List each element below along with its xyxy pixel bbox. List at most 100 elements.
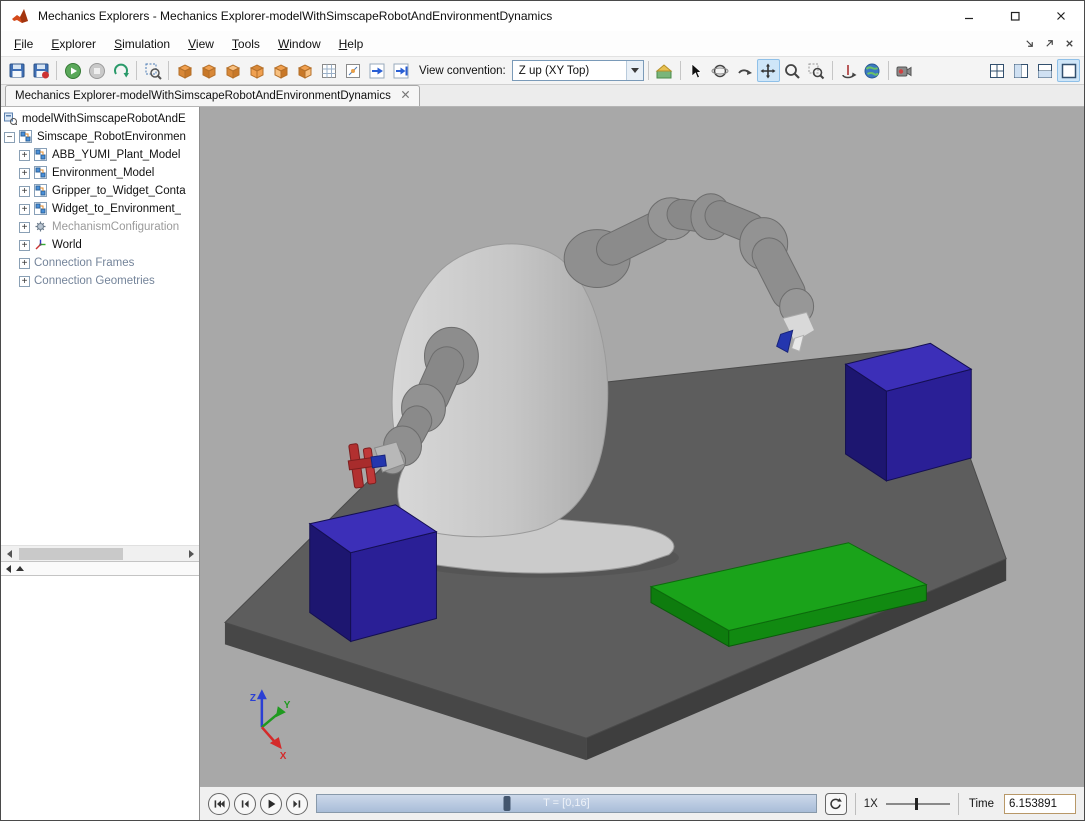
record-video-button[interactable] (893, 59, 916, 82)
tree-item-mechanism-configuration[interactable]: + MechanismConfiguration (1, 218, 199, 236)
minimize-button[interactable] (946, 1, 992, 31)
expand-expander-icon[interactable]: + (19, 276, 30, 287)
layout-grid-button[interactable] (985, 59, 1008, 82)
timeline[interactable]: T = [0,16] (316, 794, 817, 813)
menu-tools[interactable]: Tools (223, 33, 269, 55)
layout-split-vertical-button[interactable] (1009, 59, 1032, 82)
time-input[interactable] (1004, 794, 1076, 814)
expand-expander-icon[interactable]: + (19, 186, 30, 197)
x-axis-label: X (280, 751, 287, 762)
fit-to-view-button[interactable] (141, 59, 164, 82)
tab-label: Mechanics Explorer-modelWithSimscapeRobo… (15, 90, 391, 102)
com-arrow-button[interactable] (365, 59, 388, 82)
fit-to-view-icon (144, 62, 162, 80)
tree-item-connection-frames[interactable]: + Connection Frames (1, 254, 199, 272)
close-button[interactable] (1038, 1, 1084, 31)
pan-tool-button[interactable] (757, 59, 780, 82)
zoom-region-tool-button[interactable] (805, 59, 828, 82)
loop-button[interactable] (825, 793, 847, 815)
undock-icon[interactable] (1040, 35, 1058, 53)
y-axis-label: Y (284, 700, 291, 711)
pane-splitter[interactable] (1, 561, 199, 576)
step-back-button[interactable] (234, 793, 256, 815)
tree-item-label: MechanismConfiguration (52, 221, 179, 233)
roll-tool-button[interactable] (733, 59, 756, 82)
save-button[interactable] (5, 59, 28, 82)
menu-explorer[interactable]: Explorer (42, 33, 105, 55)
world-axes-icon (34, 238, 48, 252)
collapse-expander-icon[interactable]: − (4, 132, 15, 143)
view-left-button[interactable] (269, 59, 292, 82)
scrollbar-thumb[interactable] (19, 548, 123, 560)
speed-slider[interactable] (886, 797, 950, 811)
tree-item-gripper-to-widget-contact[interactable]: + Gripper_to_Widget_Conta (1, 182, 199, 200)
save-as-button[interactable] (29, 59, 52, 82)
scroll-right-button[interactable] (183, 546, 199, 562)
globe-view-button[interactable] (861, 59, 884, 82)
run-button[interactable] (61, 59, 84, 82)
view-convention-select[interactable]: Z up (XY Top) (512, 60, 644, 81)
tree-item-connection-geometries[interactable]: + Connection Geometries (1, 272, 199, 290)
tree-item-abb-yumi-plant-model[interactable]: + ABB_YUMI_Plant_Model (1, 146, 199, 164)
step-forward-button[interactable] (286, 793, 308, 815)
menu-file[interactable]: File (5, 33, 42, 55)
scroll-left-button[interactable] (1, 546, 17, 562)
stop-button[interactable] (85, 59, 108, 82)
close-pane-icon[interactable] (1060, 35, 1078, 53)
tree-item-environment-model[interactable]: + Environment_Model (1, 164, 199, 182)
window-title: Mechanics Explorers - Mechanics Explorer… (38, 9, 946, 23)
expand-expander-icon[interactable]: + (19, 204, 30, 215)
force-arrow-button[interactable] (389, 59, 412, 82)
view-box-left-icon (272, 62, 290, 80)
tree-item-model-root[interactable]: modelWithSimscapeRobotAndE (1, 110, 199, 128)
play-button[interactable] (260, 793, 282, 815)
expand-expander-icon[interactable]: + (19, 258, 30, 269)
tab-mechanics-explorer[interactable]: Mechanics Explorer-modelWithSimscapeRobo… (5, 85, 420, 106)
speed-slider-handle[interactable] (915, 798, 918, 810)
tree-item-world[interactable]: + World (1, 236, 199, 254)
tree-item-widget-to-environment[interactable]: + Widget_to_Environment_ (1, 200, 199, 218)
pointer-tool-button[interactable] (685, 59, 708, 82)
tree-item-simscape-robot-environment[interactable]: − Simscape_RobotEnvironmen (1, 128, 199, 146)
tab-close-button[interactable] (401, 90, 410, 102)
go-to-start-button[interactable] (208, 793, 230, 815)
menu-window[interactable]: Window (269, 33, 330, 55)
collapse-left-icon[interactable] (6, 565, 11, 573)
expand-expander-icon[interactable]: + (19, 150, 30, 161)
menu-help[interactable]: Help (330, 33, 373, 55)
dock-arrow-icon[interactable] (1020, 35, 1038, 53)
frame-toggle-button[interactable] (341, 59, 364, 82)
timeline-handle[interactable] (503, 796, 510, 811)
layout-split-horizontal-button[interactable] (1033, 59, 1056, 82)
blue-box-right (846, 343, 972, 481)
maximize-button[interactable] (992, 1, 1038, 31)
zoom-tool-button[interactable] (781, 59, 804, 82)
view-right-button[interactable] (293, 59, 316, 82)
collapse-up-icon[interactable] (16, 566, 24, 571)
view-top-button[interactable] (221, 59, 244, 82)
view-box-bottom-icon (248, 62, 266, 80)
menu-view[interactable]: View (179, 33, 223, 55)
viewport-3d[interactable]: Z Y X (200, 107, 1084, 786)
pace-icon (112, 62, 130, 80)
close-x-icon (401, 90, 410, 99)
view-bottom-button[interactable] (245, 59, 268, 82)
orbit-tool-button[interactable] (709, 59, 732, 82)
menu-simulation[interactable]: Simulation (105, 33, 179, 55)
restore-view-button[interactable] (653, 59, 676, 82)
tree-horizontal-scrollbar[interactable] (1, 545, 199, 561)
simulation-pace-button[interactable] (109, 59, 132, 82)
3d-scene[interactable]: Z Y X (200, 107, 1084, 786)
minimize-icon (963, 10, 975, 22)
expand-expander-icon[interactable]: + (19, 240, 30, 251)
layout-single-button[interactable] (1057, 59, 1080, 82)
scrollbar-track[interactable] (17, 546, 183, 562)
rotate-camera-button[interactable] (837, 59, 860, 82)
zoom-region-icon (807, 62, 825, 80)
grid-toggle-button[interactable] (317, 59, 340, 82)
view-front-button[interactable] (173, 59, 196, 82)
expand-expander-icon[interactable]: + (19, 168, 30, 179)
expand-expander-icon[interactable]: + (19, 222, 30, 233)
pointer-icon (687, 62, 705, 80)
view-back-button[interactable] (197, 59, 220, 82)
